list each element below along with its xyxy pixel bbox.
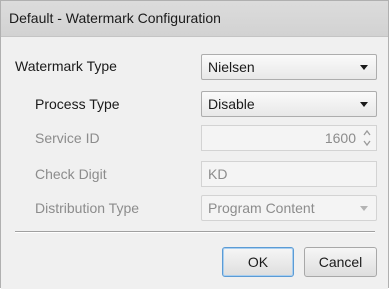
watermark-type-label: Watermark Type	[15, 58, 117, 74]
check-digit-label: Check Digit	[35, 166, 107, 182]
service-id-label: Service ID	[35, 130, 100, 146]
check-digit-value: KD	[208, 166, 228, 182]
chevron-down-icon	[360, 206, 368, 211]
distribution-type-dropdown[interactable]: Program Content	[201, 195, 377, 221]
process-type-label: Process Type	[35, 96, 120, 112]
chevron-up-icon[interactable]	[363, 129, 371, 137]
distribution-type-label: Distribution Type	[35, 200, 140, 216]
dialog-body: Watermark Type Nielsen Process Type Disa…	[1, 37, 388, 289]
service-id-value: 1600	[324, 130, 356, 146]
service-id-spinner[interactable]: 1600	[201, 125, 377, 151]
watermark-config-dialog: Default - Watermark Configuration Waterm…	[0, 0, 389, 289]
chevron-down-icon	[360, 102, 368, 107]
cancel-button[interactable]: Cancel	[304, 247, 377, 277]
window-title: Default - Watermark Configuration	[9, 10, 221, 26]
process-type-value: Disable	[208, 96, 255, 112]
separator	[15, 231, 375, 233]
chevron-down-icon	[360, 65, 368, 70]
distribution-type-value: Program Content	[208, 200, 315, 216]
chevron-down-icon[interactable]	[363, 139, 371, 147]
ok-button[interactable]: OK	[222, 247, 294, 277]
process-type-dropdown[interactable]: Disable	[201, 91, 377, 117]
watermark-type-value: Nielsen	[208, 59, 255, 75]
check-digit-field[interactable]: KD	[201, 161, 377, 187]
service-id-spin-buttons[interactable]	[362, 129, 372, 147]
watermark-type-dropdown[interactable]: Nielsen	[201, 54, 377, 80]
title-bar[interactable]: Default - Watermark Configuration	[1, 1, 388, 37]
